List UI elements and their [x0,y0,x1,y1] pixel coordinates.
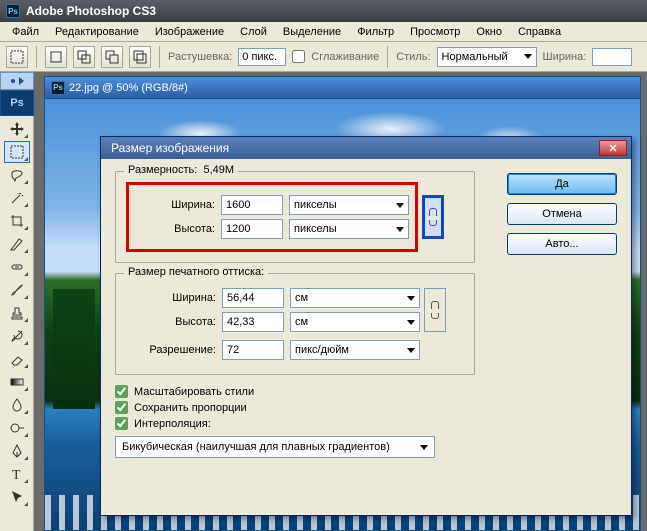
menu-layer[interactable]: Слой [232,24,275,40]
dialog-titlebar[interactable]: Размер изображения ✕ [101,137,631,159]
resolution-unit-select[interactable]: пикс/дюйм [290,340,420,360]
menu-edit[interactable]: Редактирование [47,24,147,40]
pen-tool-icon[interactable] [4,440,30,462]
print-width-label: Ширина: [126,292,216,304]
highlight-box: Ширина: пикселы Высота: пикселы [126,182,418,252]
palette-dock-toggle[interactable] [0,72,34,90]
px-width-input[interactable] [221,195,283,215]
px-width-unit-select[interactable]: пикселы [289,195,409,215]
px-height-input[interactable] [221,219,283,239]
print-width-unit-select[interactable]: см [290,288,420,308]
menu-view[interactable]: Просмотр [402,24,468,40]
print-height-input[interactable] [222,312,284,332]
app-logo-icon: Ps [6,4,20,18]
svg-text:T: T [12,468,21,482]
menu-image[interactable]: Изображение [147,24,232,40]
brush-tool-icon[interactable] [4,279,30,301]
menu-help[interactable]: Справка [510,24,569,40]
menu-window[interactable]: Окно [468,24,510,40]
marquee-tool-icon[interactable] [4,141,30,163]
resolution-input[interactable] [222,340,284,360]
constrain-proportions-checkbox[interactable] [115,401,128,414]
type-tool-icon[interactable]: T [4,463,30,485]
scale-styles-checkbox[interactable] [115,385,128,398]
document-titlebar[interactable]: Ps 22.jpg @ 50% (RGB/8#) [44,76,641,98]
dialog-title: Размер изображения [111,141,229,155]
px-height-label: Высота: [135,223,215,235]
dimensions-label: Размерность: [128,164,197,176]
ps-palette-icon[interactable]: Ps [0,90,34,116]
resample-checkbox[interactable] [115,417,128,430]
constrain-link-icon[interactable] [422,195,444,239]
new-selection-icon[interactable] [45,46,67,68]
opt-width-label: Ширина: [543,51,587,63]
image-size-dialog: Размер изображения ✕ Да Отмена Авто... Р… [100,136,632,516]
intersect-selection-icon[interactable] [129,46,151,68]
lasso-tool-icon[interactable] [4,164,30,186]
history-brush-icon[interactable] [4,325,30,347]
px-height-unit-select[interactable]: пикселы [289,219,409,239]
heal-tool-icon[interactable] [4,256,30,278]
stamp-tool-icon[interactable] [4,302,30,324]
gradient-tool-icon[interactable] [4,371,30,393]
move-tool-icon[interactable] [4,118,30,140]
subtract-selection-icon[interactable] [101,46,123,68]
feather-input[interactable] [238,48,286,66]
menu-filter[interactable]: Фильтр [349,24,402,40]
print-height-unit-select[interactable]: см [290,312,420,332]
print-size-group: Размер печатного оттиска: Ширина: см Выс… [115,273,475,375]
pixel-dimensions-group: Размерность: 5,49M Ширина: пикселы Вы [115,171,475,263]
antialias-label: Сглаживание [311,51,379,63]
eraser-tool-icon[interactable] [4,348,30,370]
constrain-proportions-label: Сохранить пропорции [134,402,247,414]
slice-tool-icon[interactable] [4,233,30,255]
style-label: Стиль: [396,51,430,63]
app-title: Adobe Photoshop CS3 [26,4,156,18]
add-selection-icon[interactable] [73,46,95,68]
app-titlebar: Ps Adobe Photoshop CS3 [0,0,647,22]
menu-file[interactable]: Файл [4,24,47,40]
print-height-label: Высота: [126,316,216,328]
close-button[interactable]: ✕ [599,140,627,156]
document-title: 22.jpg @ 50% (RGB/8#) [69,82,188,94]
marquee-tool-icon[interactable] [6,46,28,68]
dimensions-value: 5,49M [203,164,234,176]
print-size-label: Размер печатного оттиска: [124,266,268,278]
path-select-icon[interactable] [4,486,30,508]
resolution-label: Разрешение: [126,344,216,356]
antialias-checkbox[interactable] [292,50,305,63]
resample-label: Интерполяция: [134,418,211,430]
dodge-tool-icon[interactable] [4,417,30,439]
scale-styles-label: Масштабировать стили [134,386,254,398]
auto-button[interactable]: Авто... [507,233,617,255]
ok-button[interactable]: Да [507,173,617,195]
options-bar: Растушевка: Сглаживание Стиль: Нормальны… [0,42,647,72]
document-icon: Ps [51,81,65,95]
crop-tool-icon[interactable] [4,210,30,232]
cancel-button[interactable]: Отмена [507,203,617,225]
print-constrain-link-icon[interactable] [424,288,446,332]
print-width-input[interactable] [222,288,284,308]
wand-tool-icon[interactable] [4,187,30,209]
blur-tool-icon[interactable] [4,394,30,416]
style-select[interactable]: Нормальный [437,47,537,67]
tool-palette: T [0,116,34,531]
opt-width-input [592,48,632,66]
px-width-label: Ширина: [135,199,215,211]
menubar: Файл Редактирование Изображение Слой Выд… [0,22,647,42]
feather-label: Растушевка: [168,51,232,63]
menu-select[interactable]: Выделение [275,24,349,40]
interpolation-select[interactable]: Бикубическая (наилучшая для плавных град… [115,436,435,458]
